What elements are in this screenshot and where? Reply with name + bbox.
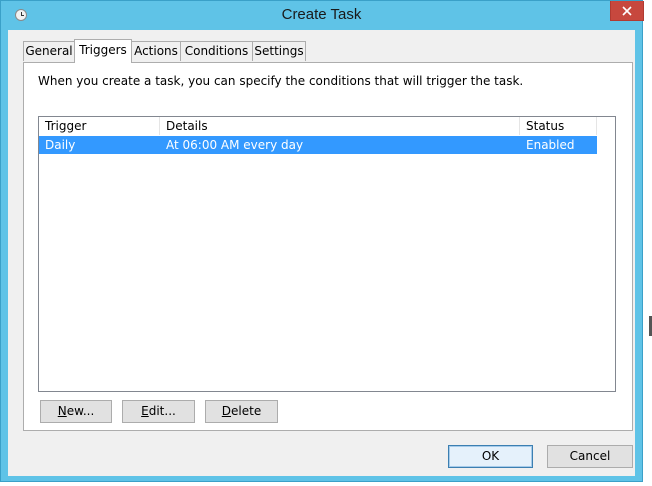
window-title: Create Task	[281, 6, 362, 23]
edit-trigger-button[interactable]: Edit...	[122, 400, 195, 423]
table-row[interactable]: Daily At 06:00 AM every day Enabled	[39, 136, 597, 154]
cell-status: Enabled	[526, 138, 575, 152]
triggers-description: When you create a task, you can specify …	[38, 74, 524, 88]
tab-general[interactable]: General	[23, 41, 75, 61]
cancel-button[interactable]: Cancel	[547, 445, 633, 468]
cell-details: At 06:00 AM every day	[166, 138, 304, 152]
tab-triggers[interactable]: Triggers	[74, 39, 132, 63]
delete-label-rest: elete	[231, 404, 262, 418]
background-desktop	[643, 0, 652, 486]
dialog-client-area: General Triggers Actions Conditions Sett…	[8, 30, 635, 476]
triggers-panel: When you create a task, you can specify …	[23, 62, 633, 431]
new-trigger-button[interactable]: New...	[40, 400, 112, 423]
new-mnemonic: N	[57, 404, 67, 418]
triggers-list[interactable]: Trigger Details Status Daily At 06:00 AM…	[38, 116, 616, 392]
edit-mnemonic: E	[141, 404, 149, 418]
tab-actions[interactable]: Actions	[131, 41, 181, 61]
tab-conditions[interactable]: Conditions	[180, 41, 253, 61]
new-label-rest: ew...	[66, 404, 95, 418]
cell-trigger: Daily	[45, 138, 76, 152]
close-button[interactable]	[610, 1, 644, 21]
tab-settings[interactable]: Settings	[252, 41, 306, 61]
close-icon	[622, 6, 632, 16]
title-bar[interactable]: Create Task	[1, 1, 644, 29]
column-header-status[interactable]: Status	[520, 117, 597, 135]
ok-button[interactable]: OK	[448, 445, 533, 468]
column-header-details[interactable]: Details	[160, 117, 520, 135]
list-header: Trigger Details Status	[39, 117, 615, 135]
create-task-window: Create Task General Triggers Actions Con…	[0, 0, 644, 482]
delete-trigger-button[interactable]: Delete	[205, 400, 278, 423]
edit-label-rest: dit...	[148, 404, 176, 418]
delete-mnemonic: D	[221, 404, 232, 418]
column-header-trigger[interactable]: Trigger	[39, 117, 160, 135]
